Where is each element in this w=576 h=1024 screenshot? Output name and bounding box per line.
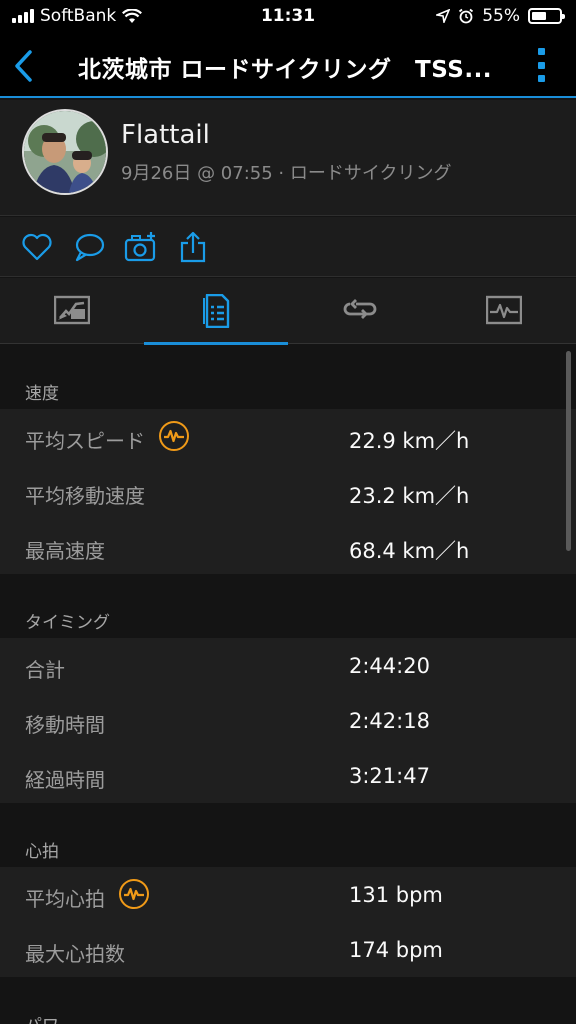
stat-label: 最高速度 [25, 539, 105, 563]
stat-value: 131 bpm [349, 883, 443, 907]
stat-row: 平均スピード 22.9 km／h [0, 409, 576, 464]
stat-value: 22.9 km／h [349, 429, 470, 453]
navigation-bar: 北茨城市 ロードサイクリング TSS... [0, 34, 576, 98]
comment-icon[interactable] [72, 231, 106, 263]
section-header: パワ [0, 977, 576, 1024]
stats-group: 平均スピード 22.9 km／h 平均移動速度 23.2 km／h 最高速度 68.4 k… [0, 409, 576, 574]
stat-row: 平均移動速度 23.2 km／h [0, 464, 576, 519]
stats-list[interactable]: 速度平均スピード 22.9 km／h 平均移動速度 23.2 km／h 最高速度 68.4… [0, 345, 576, 1024]
loop-icon [343, 299, 377, 319]
stat-row: 平均心拍 131 bpm [0, 867, 576, 922]
activity-meta: 9月26日 @ 07:55 · ロードサイクリング [121, 163, 452, 184]
stats-group: 合計 2:44:20 移動時間 2:42:18 経過時間 3:21:47 [0, 638, 576, 803]
share-icon[interactable] [176, 231, 210, 263]
list-document-icon [203, 294, 230, 328]
section-header: タイミング [25, 613, 110, 633]
stat-label: 平均スピード [25, 429, 145, 453]
stats-tab[interactable] [144, 278, 288, 345]
location-arrow-icon [436, 9, 451, 23]
stat-value: 2:42:18 [349, 709, 430, 733]
avatar[interactable] [22, 109, 108, 195]
stat-row: 最大心拍数 174 bpm [0, 922, 576, 977]
stat-value: 174 bpm [349, 938, 443, 962]
performance-badge-icon[interactable] [119, 879, 149, 909]
stat-value: 3:21:47 [349, 764, 430, 788]
stat-label: 経過時間 [25, 768, 105, 792]
stat-value: 23.2 km／h [349, 484, 470, 508]
more-options-icon[interactable] [538, 48, 546, 82]
activity-chart-icon [486, 295, 522, 325]
map-icon [54, 295, 90, 325]
add-photo-icon[interactable] [124, 231, 158, 263]
stat-row: 合計 2:44:20 [0, 638, 576, 693]
stat-row: 最高速度 68.4 km／h [0, 519, 576, 574]
stat-value: 68.4 km／h [349, 539, 470, 563]
athlete-name[interactable]: Flattail [121, 120, 210, 150]
status-bar: SoftBank 11:31 55% [0, 0, 576, 34]
back-chevron-icon[interactable] [10, 48, 40, 84]
laps-tab[interactable] [288, 278, 432, 344]
action-bar [0, 217, 576, 277]
battery-icon [528, 8, 565, 24]
stats-group: 平均心拍 131 bpm 最大心拍数 174 bpm [0, 867, 576, 977]
section-header: 心拍 [25, 842, 59, 862]
map-tab[interactable] [0, 278, 144, 344]
stat-label: 平均心拍 [25, 887, 105, 911]
activity-header: Flattail 9月26日 @ 07:55 · ロードサイクリング [0, 100, 576, 216]
battery-percent: 55% [482, 6, 520, 26]
stat-row: 移動時間 2:42:18 [0, 693, 576, 748]
performance-badge-icon[interactable] [159, 421, 189, 451]
stat-label: 平均移動速度 [25, 484, 145, 508]
like-icon[interactable] [20, 231, 54, 263]
charts-tab[interactable] [432, 278, 576, 344]
stat-label: 合計 [25, 658, 65, 682]
page-title: 北茨城市 ロードサイクリング TSS... [78, 57, 493, 83]
stat-label: 最大心拍数 [25, 942, 125, 966]
activity-tabs [0, 278, 576, 345]
section-header: 速度 [25, 384, 59, 404]
stat-value: 2:44:20 [349, 654, 430, 678]
alarm-icon [459, 8, 474, 24]
stat-row: 経過時間 3:21:47 [0, 748, 576, 803]
stat-label: 移動時間 [25, 713, 105, 737]
